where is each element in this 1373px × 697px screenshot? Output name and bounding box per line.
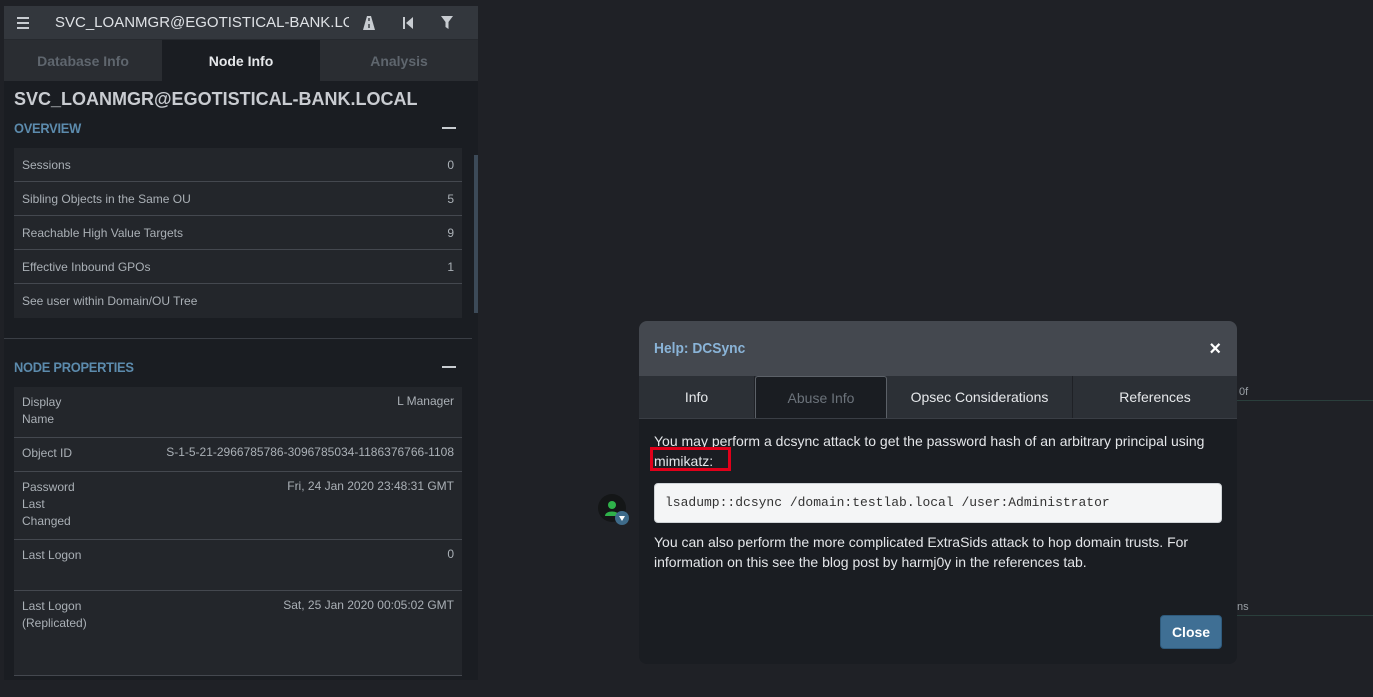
overview-title: OVERVIEW: [14, 120, 81, 136]
row-label: Sessions: [22, 157, 71, 172]
property-value: S-1-5-21-2966785786-3096785034-118637676…: [166, 445, 454, 459]
node-panel: SVC_LOANMGR@EGOTISTICAL-BANK.LOCAL Datab…: [4, 6, 478, 680]
overview-row-reachable-hvt[interactable]: Reachable High Value Targets 9: [14, 216, 462, 250]
properties-list: Display Name L Manager Object ID S-1-5-2…: [14, 387, 462, 676]
scrollbar[interactable]: [474, 155, 478, 313]
section-divider: [4, 338, 472, 339]
row-label: Effective Inbound GPOs: [22, 259, 151, 274]
overview-row-inbound-gpos[interactable]: Effective Inbound GPOs 1: [14, 250, 462, 284]
tab-analysis[interactable]: Analysis: [320, 40, 478, 81]
tab-node-info[interactable]: Node Info: [162, 40, 320, 81]
node-properties-title: NODE PROPERTIES: [14, 359, 134, 375]
close-button[interactable]: Close: [1160, 615, 1222, 649]
filter-icon: [440, 16, 453, 29]
collapse-icon[interactable]: [442, 127, 456, 129]
modal-header: Help: DCSync ×: [639, 321, 1237, 376]
road-icon: [362, 15, 375, 30]
tab-references[interactable]: References: [1073, 376, 1237, 418]
property-value: Sat, 25 Jan 2020 00:05:02 GMT: [283, 598, 454, 612]
overview-row-ou-tree[interactable]: See user within Domain/OU Tree: [14, 284, 462, 318]
row-label: See user within Domain/OU Tree: [22, 294, 198, 308]
modal-tabs: Info Abuse Info Opsec Considerations Ref…: [639, 376, 1237, 419]
row-label: Reachable High Value Targets: [22, 225, 183, 240]
overview-list: Sessions 0 Sibling Objects in the Same O…: [14, 148, 462, 318]
help-modal: Help: DCSync × Info Abuse Info Opsec Con…: [639, 321, 1237, 664]
overview-row-sibling-objects[interactable]: Sibling Objects in the Same OU 5: [14, 182, 462, 216]
property-value: Fri, 24 Jan 2020 23:48:31 GMT: [287, 479, 454, 493]
abuse-text: You may perform a dcsync attack to get t…: [654, 433, 1205, 469]
tab-info[interactable]: Info: [639, 376, 755, 418]
property-label: Last Logon (Replicated): [22, 599, 87, 630]
panel-tabs: Database Info Node Info Analysis: [4, 40, 478, 81]
property-password-last-changed: Password Last Changed Fri, 24 Jan 2020 2…: [14, 472, 462, 540]
gem-badge-icon: [615, 511, 629, 525]
modal-body: You may perform a dcsync attack to get t…: [639, 431, 1237, 572]
modal-title: Help: DCSync: [654, 340, 746, 357]
row-value: 9: [447, 225, 454, 240]
command-code-block[interactable]: lsadump::dcsync /domain:testlab.local /u…: [654, 483, 1222, 523]
overview-row-sessions[interactable]: Sessions 0: [14, 148, 462, 182]
close-icon[interactable]: ×: [1209, 339, 1221, 359]
node-info-content: SVC_LOANMGR@EGOTISTICAL-BANK.LOCAL OVERV…: [4, 81, 478, 680]
overview-header[interactable]: OVERVIEW: [14, 120, 458, 136]
property-object-id: Object ID S-1-5-21-2966785786-3096785034…: [14, 438, 462, 472]
node-title: SVC_LOANMGR@EGOTISTICAL-BANK.LOCAL: [14, 89, 418, 109]
property-label: Object ID: [22, 446, 73, 460]
tab-abuse-info[interactable]: Abuse Info: [755, 376, 887, 418]
row-label: Sibling Objects in the Same OU: [22, 191, 191, 206]
property-last-logon-replicated: Last Logon (Replicated) Sat, 25 Jan 2020…: [14, 591, 462, 676]
collapse-icon[interactable]: [442, 366, 456, 368]
property-value: L Manager: [397, 394, 454, 408]
property-label: Last Logon: [22, 548, 82, 562]
back-button[interactable]: [388, 6, 427, 39]
graph-edge: [1237, 615, 1373, 616]
highlight-box: [650, 447, 731, 471]
hamburger-menu-button[interactable]: [4, 6, 42, 39]
property-display-name: Display Name L Manager: [14, 387, 462, 438]
tab-database-info[interactable]: Database Info: [4, 40, 162, 81]
property-label: Password Last Changed: [22, 480, 75, 528]
pathfinding-button[interactable]: [349, 6, 388, 39]
row-value: 1: [447, 259, 454, 274]
property-value: 0: [447, 547, 454, 561]
extrasids-text: You can also perform the more complicate…: [654, 534, 1189, 570]
step-backward-icon: [402, 16, 413, 29]
search-bar: SVC_LOANMGR@EGOTISTICAL-BANK.LOCAL: [4, 6, 478, 40]
property-last-logon: Last Logon 0: [14, 540, 462, 591]
tab-opsec-considerations[interactable]: Opsec Considerations: [887, 376, 1073, 418]
row-value: 0: [447, 157, 454, 172]
filter-button[interactable]: [427, 6, 466, 39]
property-label: Display Name: [22, 395, 62, 426]
edge-label: ns: [1237, 601, 1249, 613]
row-value: 5: [447, 191, 454, 206]
menu-icon: [17, 16, 29, 29]
search-input[interactable]: SVC_LOANMGR@EGOTISTICAL-BANK.LOCAL: [55, 14, 349, 31]
graph-edge: [1237, 400, 1373, 401]
node-properties-header[interactable]: NODE PROPERTIES: [14, 359, 458, 375]
edge-label: 0f: [1239, 386, 1249, 398]
abuse-description: You may perform a dcsync attack to get t…: [650, 431, 1222, 471]
